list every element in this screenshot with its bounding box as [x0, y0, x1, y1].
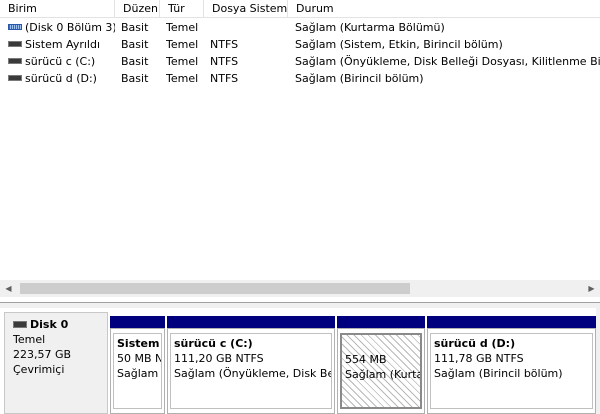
volume-filesystem: NTFS — [210, 38, 239, 51]
partition-drive-c[interactable]: sürücü c (C:) 111,20 GB NTFS Sağlam (Öny… — [167, 316, 335, 414]
table-row[interactable]: (Disk 0 Bölüm 3) Basit Temel Sağlam (Kur… — [0, 19, 600, 36]
table-row[interactable]: sürücü d (D:) Basit Temel NTFS Sağlam (B… — [0, 70, 600, 87]
volume-status: Sağlam (Önyükleme, Disk Belleği Dosyası,… — [295, 55, 600, 68]
scroll-right-icon[interactable]: ▶ — [583, 280, 600, 297]
partition-size: 111,20 GB NTFS — [174, 352, 264, 365]
volume-name: (Disk 0 Bölüm 3) — [25, 21, 115, 34]
volume-type: Temel — [166, 72, 199, 85]
scrollbar-thumb[interactable] — [20, 283, 410, 294]
volume-layout: Basit — [121, 72, 149, 85]
disk-type: Temel — [13, 333, 46, 346]
partition-size: 554 MB — [345, 353, 387, 366]
partition-name: sürücü c (C:) — [174, 337, 253, 350]
horizontal-scrollbar[interactable]: ◀ ▶ — [0, 280, 600, 297]
partition-bar — [337, 316, 425, 328]
volume-filesystem: NTFS — [210, 72, 239, 85]
volume-status: Sağlam (Sistem, Etkin, Birincil bölüm) — [295, 38, 503, 51]
table-row[interactable]: sürücü c (C:) Basit Temel NTFS Sağlam (Ö… — [0, 53, 600, 70]
partition-size: 50 MB N — [117, 352, 162, 365]
volume-type: Temel — [166, 38, 199, 51]
column-header-layout[interactable]: Düzen — [115, 0, 160, 17]
disk-map-pane: Disk 0 Temel 223,57 GB Çevrimiçi Sistem … — [0, 308, 600, 414]
volume-layout: Basit — [121, 55, 149, 68]
volume-list-pane: Birim Düzen Tür Dosya Sistemi Durum (Dis… — [0, 0, 600, 302]
volume-name: sürücü c (C:) — [25, 55, 96, 68]
partition-status: Sağlam (Birincil bölüm) — [434, 367, 563, 380]
volume-filesystem — [210, 19, 288, 36]
scroll-left-icon[interactable]: ◀ — [0, 280, 17, 297]
volume-filesystem: NTFS — [210, 55, 239, 68]
drive-volume-icon — [8, 41, 22, 47]
disk-title: Disk 0 — [30, 318, 69, 331]
column-header-filesystem[interactable]: Dosya Sistemi — [204, 0, 288, 17]
partition-bar — [167, 316, 335, 328]
drive-volume-icon — [8, 75, 22, 81]
volume-name: Sistem Ayrıldı — [25, 38, 101, 51]
striped-volume-icon — [8, 24, 22, 30]
partition-name: sürücü d (D:) — [434, 337, 516, 350]
drive-volume-icon — [8, 58, 22, 64]
partition-bar — [110, 316, 165, 328]
partition-bar — [427, 316, 596, 328]
partition-system[interactable]: Sistem 50 MB N Sağlam — [110, 316, 165, 414]
partition-name — [345, 337, 417, 352]
column-header-volume[interactable]: Birim — [0, 0, 115, 17]
volume-name: sürücü d (D:) — [25, 72, 97, 85]
partition-status: Sağlam — [117, 367, 159, 380]
partition-status: Sağlam (Önyükleme, Disk Bel — [174, 367, 332, 380]
partition-name: Sistem — [117, 337, 160, 350]
disk-state: Çevrimiçi — [13, 363, 65, 376]
partition-size: 111,78 GB NTFS — [434, 352, 524, 365]
partition-drive-d[interactable]: sürücü d (D:) 111,78 GB NTFS Sağlam (Bir… — [427, 316, 596, 414]
column-header-type[interactable]: Tür — [160, 0, 204, 17]
partition-status: Sağlam (Kurta — [345, 368, 422, 381]
disk-info-panel[interactable]: Disk 0 Temel 223,57 GB Çevrimiçi — [4, 312, 108, 414]
disk-size: 223,57 GB — [13, 348, 72, 361]
volume-layout: Basit — [121, 21, 149, 34]
volume-type: Temel — [166, 55, 199, 68]
volume-status: Sağlam (Birincil bölüm) — [295, 72, 424, 85]
partition-recovery[interactable]: 554 MB Sağlam (Kurta — [337, 316, 425, 414]
column-header-status[interactable]: Durum — [288, 0, 600, 17]
volume-list-header: Birim Düzen Tür Dosya Sistemi Durum — [0, 0, 600, 18]
vertical-scrollbar[interactable] — [596, 308, 600, 414]
table-row[interactable]: Sistem Ayrıldı Basit Temel NTFS Sağlam (… — [0, 36, 600, 53]
volume-status: Sağlam (Kurtarma Bölümü) — [295, 21, 445, 34]
disk-icon — [13, 320, 27, 328]
volume-layout: Basit — [121, 38, 149, 51]
volume-type: Temel — [166, 21, 199, 34]
